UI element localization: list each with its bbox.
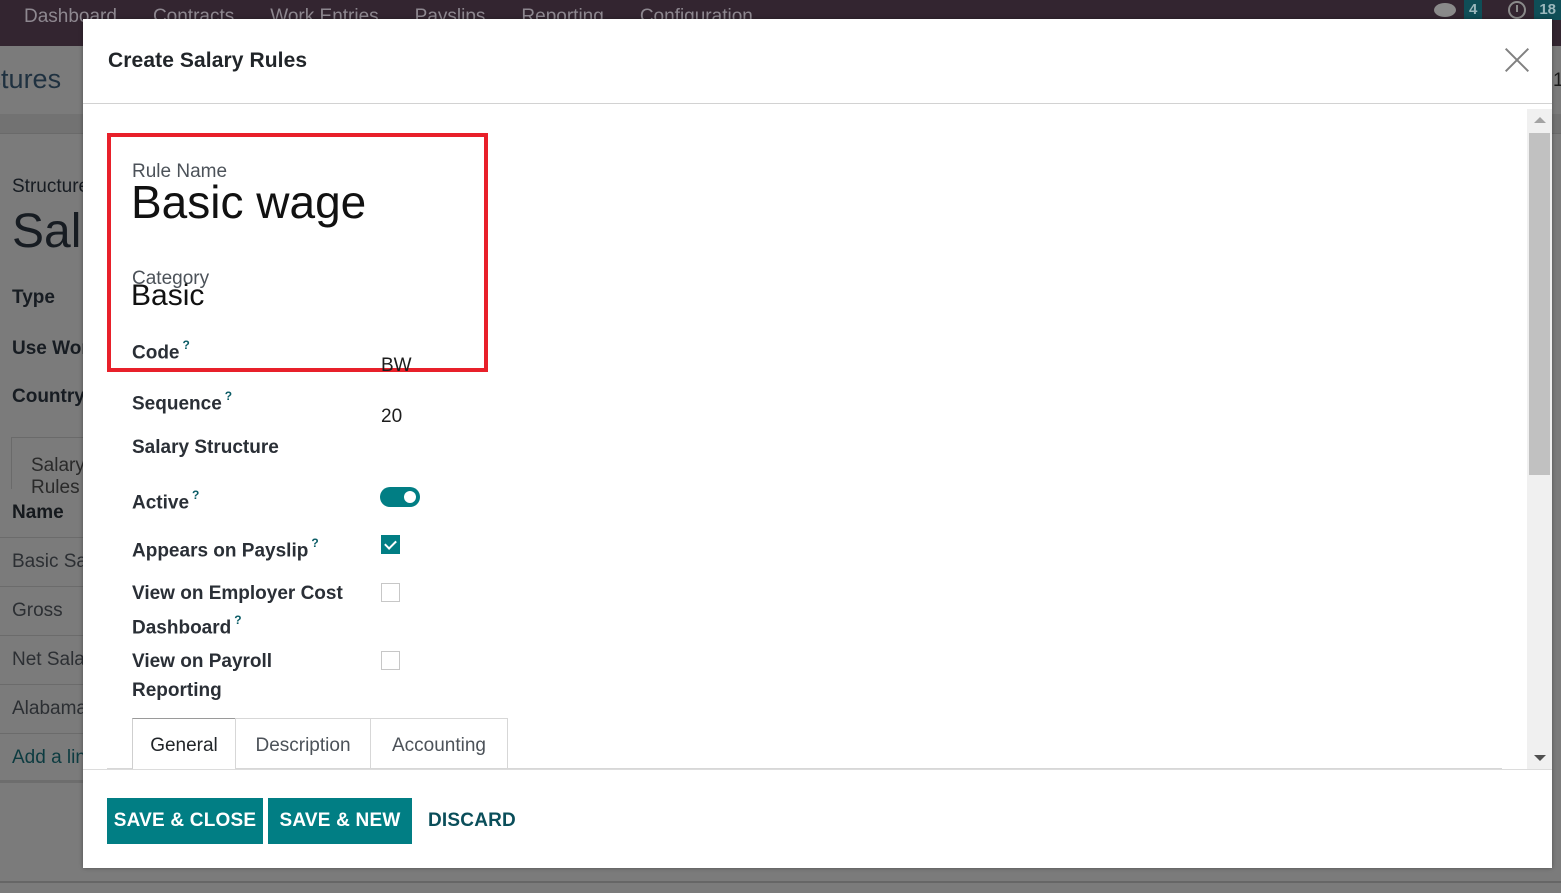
notebook-tabs: General Description Accounting	[107, 718, 1502, 769]
code-input[interactable]: BW	[381, 355, 412, 377]
appears-on-payslip-label: Appears on Payslip?	[132, 531, 319, 565]
scroll-thumb[interactable]	[1529, 133, 1550, 475]
payroll-reporting-label: View on Payroll Reporting	[132, 647, 272, 705]
scroll-down-arrow-icon[interactable]	[1534, 755, 1546, 761]
dialog-body: Rule Name Basic wage Category Basic Code…	[83, 105, 1527, 769]
systray: 4 18	[1433, 0, 1561, 20]
tab-description[interactable]: Description	[235, 718, 371, 769]
sequence-label: Sequence?	[132, 384, 232, 418]
employer-cost-label-line2: Dashboard	[132, 617, 232, 639]
appears-on-payslip-checkbox[interactable]	[381, 535, 400, 554]
country-label: Country	[12, 386, 85, 407]
help-icon[interactable]: ?	[311, 536, 318, 550]
dialog-scrollbar[interactable]	[1527, 109, 1552, 769]
employer-cost-label: View on Employer Cost Dashboard?	[132, 579, 343, 642]
breadcrumb[interactable]: Salary Structures	[0, 64, 61, 95]
activities-badge: 18	[1534, 0, 1561, 20]
code-label: Code?	[132, 333, 190, 367]
payroll-reporting-label-line1: View on Payroll	[132, 651, 273, 672]
type-label: Type	[12, 287, 55, 308]
discard-button[interactable]: DISCARD	[421, 798, 523, 844]
tab-general[interactable]: General	[132, 718, 236, 769]
category-select[interactable]: Basic	[131, 279, 204, 313]
clock-icon[interactable]	[1508, 1, 1527, 19]
help-icon[interactable]: ?	[192, 488, 199, 502]
active-label-text: Active	[132, 492, 190, 514]
create-salary-rules-dialog: Create Salary Rules Rule Name Basic wage…	[83, 19, 1552, 868]
scroll-up-arrow-icon[interactable]	[1534, 117, 1546, 123]
structure-label: Structure	[12, 176, 90, 197]
active-label: Active?	[132, 483, 199, 517]
footer-divider	[0, 881, 1561, 883]
payroll-reporting-checkbox[interactable]	[381, 651, 400, 670]
save-close-button[interactable]: SAVE & CLOSE	[107, 798, 263, 844]
help-icon[interactable]: ?	[225, 389, 232, 403]
help-icon[interactable]: ?	[183, 338, 190, 352]
rule-name-input[interactable]: Basic wage	[131, 175, 366, 229]
messages-badge: 4	[1463, 0, 1483, 20]
save-new-button[interactable]: SAVE & NEW	[268, 798, 412, 844]
dialog-title: Create Salary Rules	[108, 49, 308, 72]
sequence-label-text: Sequence	[132, 393, 222, 415]
payroll-reporting-label-line2: Reporting	[132, 680, 222, 701]
pager-value: 1	[1553, 70, 1561, 91]
close-icon[interactable]	[1504, 47, 1530, 73]
salary-structure-label: Salary Structure	[132, 437, 279, 458]
sequence-input[interactable]: 20	[381, 406, 402, 428]
employer-cost-label-line1: View on Employer Cost	[132, 583, 343, 604]
dialog-footer: SAVE & CLOSE SAVE & NEW DISCARD	[83, 769, 1552, 868]
tab-accounting[interactable]: Accounting	[370, 718, 508, 769]
appears-on-payslip-label-text: Appears on Payslip	[132, 540, 309, 562]
chat-icon[interactable]	[1433, 3, 1456, 17]
employer-cost-checkbox[interactable]	[381, 583, 400, 602]
active-toggle[interactable]	[380, 487, 420, 507]
help-icon[interactable]: ?	[234, 613, 241, 627]
code-label-text: Code	[132, 342, 180, 364]
dialog-header: Create Salary Rules	[83, 19, 1552, 104]
